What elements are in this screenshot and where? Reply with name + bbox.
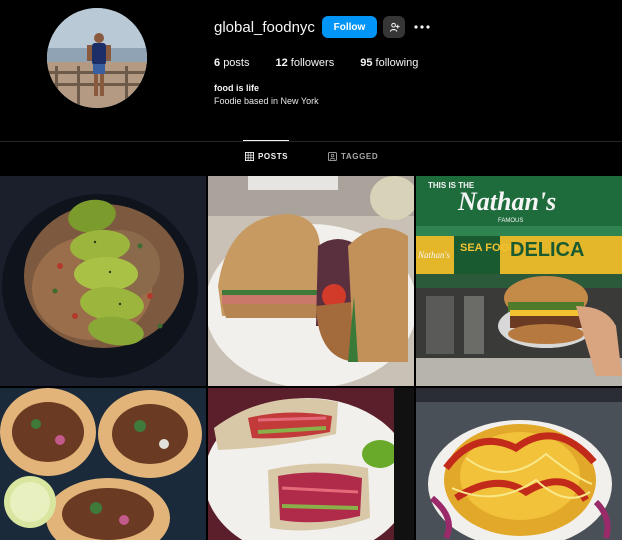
post-image-nathans-burger: THIS IS THE Nathan's FAMOUS SEA FOOD DEL… [416,176,622,386]
posts-count: 6 posts [214,57,250,69]
tab-posts[interactable]: POSTS [245,152,288,161]
followers-count[interactable]: 12 followers [275,57,334,69]
nathans-small-text: Nathan's [417,250,450,260]
active-tab-indicator [243,140,289,141]
post-image-loaded-fries [416,388,622,540]
delica-text: DELICA [510,239,584,261]
post-image-avocado-bowl [0,176,206,386]
bio-text: Foodie based in New York [214,96,319,106]
profile-stats: 6 posts 12 followers 95 following [214,57,444,69]
sign-main-text: Nathan's [457,187,556,216]
sign-sub-text: FAMOUS [498,218,523,224]
profile-username: global_foodnyc [214,19,315,36]
post-tile-6[interactable] [416,388,622,540]
avatar[interactable] [47,8,147,108]
post-tile-5[interactable] [208,388,414,540]
section-divider [0,141,622,142]
post-tile-4[interactable] [0,388,206,540]
post-tile-3[interactable]: THIS IS THE Nathan's FAMOUS SEA FOOD DEL… [416,176,622,386]
post-image-tacos [0,388,206,540]
tab-tagged[interactable]: TAGGED [328,152,378,161]
follow-button[interactable]: Follow [322,16,377,38]
bio-name: food is life [214,83,259,93]
post-image-fish-tacos [208,388,414,540]
following-count[interactable]: 95 following [360,57,418,69]
grid-icon [245,152,254,161]
posts-grid: THIS IS THE Nathan's FAMOUS SEA FOOD DEL… [0,176,622,540]
sea-food-text: SEA FOOD [460,242,517,254]
tagged-icon [328,152,337,161]
more-options-button[interactable] [412,16,432,38]
post-tile-2[interactable] [208,176,414,386]
profile-tabs: POSTS TAGGED [0,152,622,166]
post-tile-1[interactable] [0,176,206,386]
post-image-sandwiches [208,176,414,386]
tab-tagged-label: TAGGED [341,152,379,161]
profile-header: global_foodnyc Follow 6 posts 12 followe… [0,0,622,140]
more-horizontal-icon [414,25,430,29]
tab-posts-label: POSTS [258,152,289,161]
suggested-accounts-button[interactable] [383,16,405,38]
person-add-icon [389,22,400,32]
